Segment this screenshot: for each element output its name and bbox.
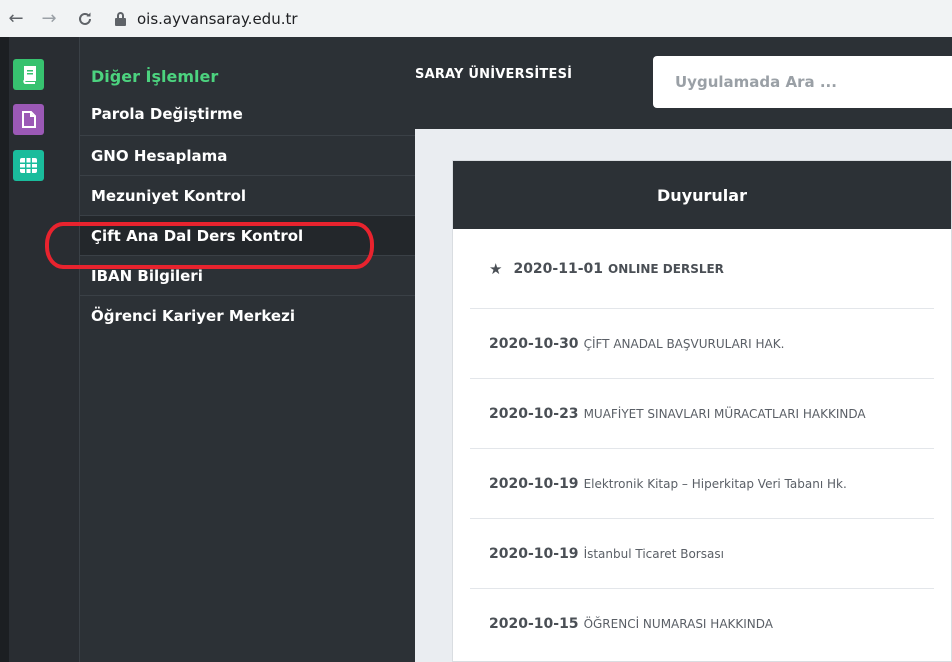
announcement-date: 2020-10-15 [489,616,579,632]
lock-icon [115,11,126,26]
announcement-item[interactable]: ★ 2020-11-01 ONLINE DERSLER [470,229,934,309]
address-bar-url[interactable]: ois.ayvansaray.edu.tr [137,10,298,28]
menu-item-parola-degistirme[interactable]: Parola Değiştirme [80,92,415,136]
announcement-item[interactable]: 2020-10-19 İstanbul Ticaret Borsası [470,519,934,589]
university-name: SARAY ÜNİVERSİTESİ [415,67,573,82]
side-menu: Diğer İşlemler Parola Değiştirme GNO Hes… [79,37,415,662]
reload-icon[interactable] [75,9,95,29]
book-icon[interactable] [13,59,44,90]
grid-icon[interactable] [13,150,44,181]
announcement-title: İstanbul Ticaret Borsası [583,546,724,561]
star-icon: ★ [489,259,503,278]
announcement-title: Elektronik Kitap – Hiperkitap Veri Taban… [583,476,847,491]
menu-item-cift-ana-dal-ders-kontrol[interactable]: Çift Ana Dal Ders Kontrol [80,215,415,256]
announcements-card: Duyurular ★ 2020-11-01 ONLINE DERSLER 20… [452,160,952,662]
top-header: SARAY ÜNİVERSİTESİ [415,37,952,129]
announcement-date: 2020-10-30 [489,335,579,352]
announcement-date: 2020-10-19 [489,545,579,562]
announcement-title: ÇİFT ANADAL BAŞVURULARI HAK. [583,336,785,351]
announcement-date: 2020-11-01 [513,260,604,277]
search-input[interactable] [675,73,952,91]
announcement-list: ★ 2020-11-01 ONLINE DERSLER 2020-10-30 Ç… [453,229,951,659]
menu-item-iban-bilgileri[interactable]: IBAN Bilgileri [80,255,415,296]
announcement-title: ONLINE DERSLER [608,261,724,276]
announcement-item[interactable]: 2020-10-30 ÇİFT ANADAL BAŞVURULARI HAK. [470,309,934,379]
announcements-title: Duyurular [453,161,951,229]
announcement-item[interactable]: 2020-10-15 ÖĞRENCİ NUMARASI HAKKINDA [470,589,934,659]
announcement-item[interactable]: 2020-10-23 MUAFİYET SINAVLARI MÜRACATLAR… [470,379,934,449]
search-box[interactable] [653,56,952,108]
back-arrow-icon[interactable]: ← [6,8,26,29]
browser-toolbar: ← → ois.ayvansaray.edu.tr [0,0,952,37]
main-content: Duyurular ★ 2020-11-01 ONLINE DERSLER 20… [415,129,952,662]
announcement-item[interactable]: 2020-10-19 Elektronik Kitap – Hiperkitap… [470,449,934,519]
menu-item-ogrenci-kariyer-merkezi[interactable]: Öğrenci Kariyer Merkezi [80,295,415,336]
announcement-title: ÖĞRENCİ NUMARASI HAKKINDA [583,617,774,631]
menu-item-gno-hesaplama[interactable]: GNO Hesaplama [80,135,415,176]
document-icon[interactable] [13,104,44,135]
rail-edge [0,37,9,662]
menu-item-mezuniyet-kontrol[interactable]: Mezuniyet Kontrol [80,175,415,216]
forward-arrow-icon[interactable]: → [39,8,59,29]
announcement-date: 2020-10-23 [489,405,579,422]
announcement-date: 2020-10-19 [489,475,579,492]
announcement-title: MUAFİYET SINAVLARI MÜRACATLARI HAKKINDA [583,406,866,421]
